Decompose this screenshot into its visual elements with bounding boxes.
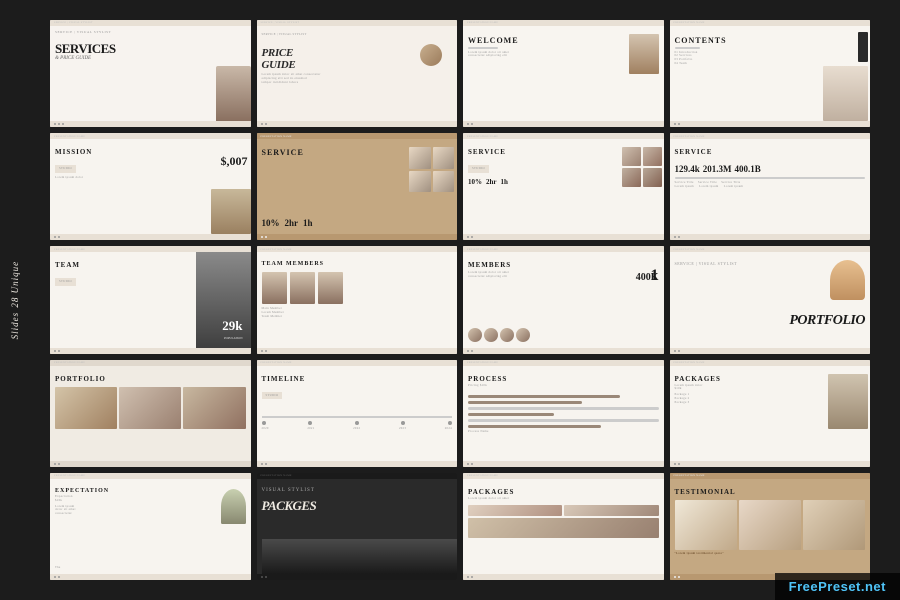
slide-9[interactable]: PRESENTATION NAME TEAM STUDIO 29k POPULA…: [50, 246, 251, 353]
slide9-stat: 29k: [222, 318, 242, 334]
slide5-basket-image: [211, 189, 251, 234]
slide15-title: PROCESS: [468, 375, 659, 383]
slide1-subtitle: & PRICE GUIDE: [55, 56, 246, 61]
slide8-num-3: 400.1B: [735, 164, 761, 174]
side-label: 28 Unique Slides: [10, 261, 20, 339]
slide-10[interactable]: PRESENTATION NAME TEAM MEMBERS Main Memb…: [257, 246, 458, 353]
slide11-avatar-3: [500, 328, 514, 342]
slide13-photo-grid: [55, 387, 246, 429]
slide7-num-2: 2hr: [486, 178, 497, 186]
slide-16[interactable]: PRESENTATION NAME PACKAGES Lorem ipsum d…: [670, 360, 871, 467]
watermark-text: FreePreset.net: [789, 579, 886, 594]
slide6-stat-2: 2hr: [285, 218, 299, 228]
slide15-process-bars: [468, 395, 659, 428]
slide19-photo-2: [564, 505, 658, 517]
slide10-member-photos: [262, 272, 453, 304]
slide1-title: SeRvICes: [55, 42, 246, 56]
slide10-member-3: [318, 272, 343, 304]
slide-14[interactable]: PRESENTATION NAME Timeline STUDIO 2020: [257, 360, 458, 467]
slide8-num-2: 201.3M: [703, 164, 732, 174]
watermark: FreePreset.net: [775, 573, 900, 600]
slide4-lamp-image: [823, 66, 868, 121]
slide-4[interactable]: PRESENTATION NAME CONTENTS 01 Introducti…: [670, 20, 871, 127]
slide19-photo-1: [468, 505, 562, 517]
slide18-title: PACKGES: [262, 498, 453, 514]
slide19-title: PACKAGES: [468, 488, 659, 496]
slide7-num-1: 10%: [468, 178, 482, 186]
slide6-stats: 10% 2hr 1h: [262, 218, 313, 228]
slide-1[interactable]: SERVICE | VISUAL STYLIST SERVICE | VISUA…: [50, 20, 251, 127]
slide-8[interactable]: PRESENTATION NAME SERVICE 129.4k 201.3M …: [670, 133, 871, 240]
slide13-photo-2: [119, 387, 181, 429]
slide1-label: SERVICE | VISUAL STYLIST: [55, 30, 246, 34]
slide13-title: PORTFOLIO: [55, 375, 246, 383]
slide11-avatar-4: [516, 328, 530, 342]
slide10-member-2: [290, 272, 315, 304]
slide8-num-1: 129.4k: [675, 164, 700, 174]
slide5-price: $,007: [221, 154, 248, 169]
slide19-photo-grid: [468, 505, 659, 550]
slide17-title: EXPECTATION: [55, 488, 246, 494]
slide20-photo-2: [739, 500, 801, 550]
slide11-avatars: [468, 328, 530, 342]
slide-17[interactable]: PRESENTATION NAME EXPECTATION Expectatio…: [50, 473, 251, 580]
main-container: 28 Unique Slides SERVICE | VISUAL STYLIS…: [0, 0, 900, 600]
slide19-photo-3: [468, 518, 659, 538]
slide12-title: PORTFOLIO: [789, 313, 865, 329]
slide-2[interactable]: SERVICE | VISUAL STYLIST SERVICE | VISUA…: [257, 20, 458, 127]
slide20-photo-3: [803, 500, 865, 550]
slide6-photo-grid: [409, 147, 454, 192]
slide1-person-image: [216, 66, 251, 121]
slide11-avatar-2: [484, 328, 498, 342]
slide13-photo-3: [183, 387, 245, 429]
slides-grid: SERVICE | VISUAL STYLIST SERVICE | VISUA…: [0, 0, 900, 600]
slide10-member-1: [262, 272, 287, 304]
slide10-title: TEAM MEMBERS: [262, 261, 453, 267]
slide11-title: MEMBERS: [468, 261, 659, 269]
slide4-black-bar: [858, 32, 868, 62]
slide20-title: TESTIMONIAL: [675, 488, 866, 496]
slide-5[interactable]: PRESENTATION NAME MISSION STUDIO Lorem i…: [50, 133, 251, 240]
side-label-line2: Slides: [10, 312, 20, 340]
slide3-portrait: [629, 34, 659, 74]
slide-11[interactable]: PRESENTATION NAME MEMBERS Lorem ipsum do…: [463, 246, 664, 353]
slide-18[interactable]: PRESENTATION NAME VISUAL STYLIST PACKGES: [257, 473, 458, 580]
slide9-team-photo: 29k POPULATION: [196, 252, 251, 353]
slide-20[interactable]: PRESENTATION NAME TESTIMONIAL "Lorem ips…: [670, 473, 871, 580]
slide20-photo-1: [675, 500, 737, 550]
slide5-title: MISSION: [55, 148, 246, 156]
slide4-title: CONTENTS: [675, 36, 866, 45]
slide14-timeline-dots: [262, 421, 453, 425]
slide-15[interactable]: PRESENTATION NAME PROCESS Pricing $10k P…: [463, 360, 664, 467]
slide7-num-3: 1h: [501, 178, 508, 186]
slide2-circle-image: [420, 44, 442, 66]
slide20-photo-grid: [675, 500, 866, 550]
slide8-title: SERVICE: [675, 148, 866, 156]
slide6-stat-1: 10%: [262, 218, 280, 228]
slide11-avatar-1: [468, 328, 482, 342]
slide8-nums: 129.4k 201.3M 400.1B: [675, 164, 866, 174]
slide-6[interactable]: PRESENTATION NAME SERVICE 10% 2hr 1h: [257, 133, 458, 240]
slide-7[interactable]: PRESENTATION NAME SERVICE STUDIO 10% 2hr…: [463, 133, 664, 240]
slide13-photo-1: [55, 387, 117, 429]
slide-3[interactable]: PRESENTATION NAME WELCOME Lorem ipsum do…: [463, 20, 664, 127]
slide-19[interactable]: PRESENTATION NAME PACKAGES Lorem ipsum d…: [463, 473, 664, 580]
slide18-dark-photo: [262, 539, 458, 574]
slide16-package-image: [828, 374, 868, 429]
slide17-plant-image: [221, 489, 246, 524]
slide18-label: VISUAL STYLIST: [262, 488, 453, 493]
side-label-line1: 28 Unique: [10, 261, 20, 308]
slide12-flower-image: [830, 260, 865, 300]
slide-12[interactable]: PRESENTATION NAME SERVICE | VISUAL STYLI…: [670, 246, 871, 353]
slide9-stat-label: POPULATION: [224, 336, 243, 340]
slide6-stat-3: 1h: [303, 218, 313, 228]
slide14-timeline-bar: [262, 416, 453, 418]
slide-13[interactable]: PRESENTATION NAME PORTFOLIO: [50, 360, 251, 467]
slide14-title: Timeline: [262, 375, 453, 383]
